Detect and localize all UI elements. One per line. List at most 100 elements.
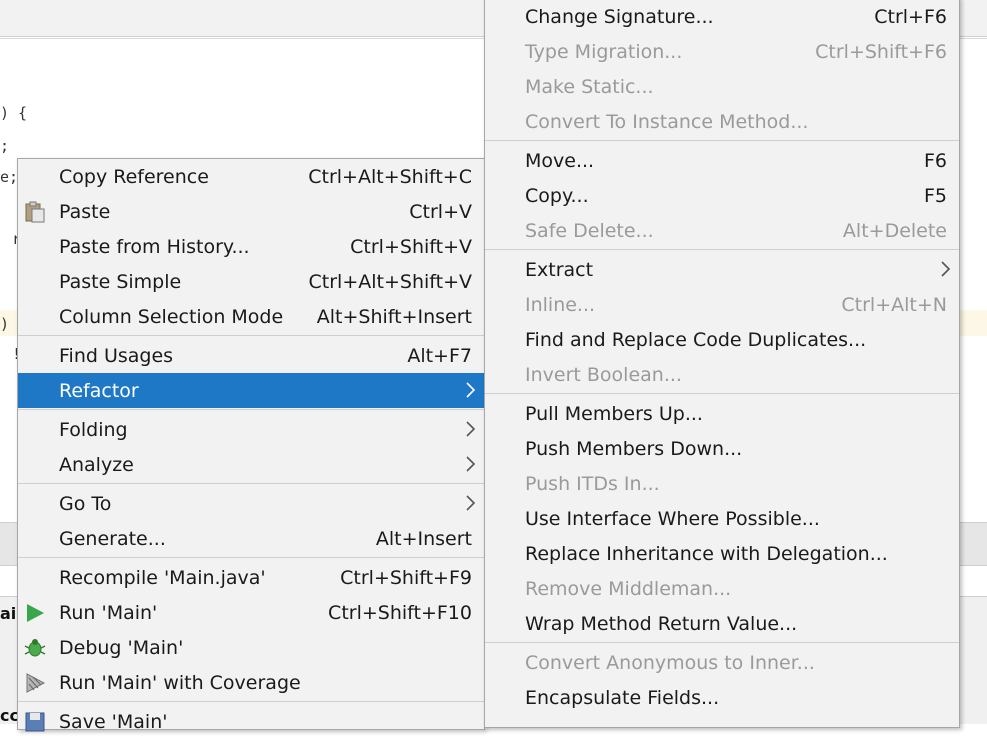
menu-item-shortcut: Ctrl+Shift+F9 <box>340 566 472 589</box>
menu-item-label: Extract <box>525 258 594 281</box>
menu-item-label: Debug 'Main' <box>59 636 184 659</box>
menu-item-save-main[interactable]: Save 'Main' <box>18 704 484 739</box>
menu-item-label: Paste Simple <box>59 270 182 293</box>
menu-item-generate[interactable]: Generate... Alt+Insert <box>18 521 484 556</box>
menu-item-refactor[interactable]: Refactor <box>18 373 484 408</box>
menu-item-extract[interactable]: Extract <box>485 252 959 287</box>
code-fragment: ) <box>0 315 10 333</box>
menu-item-pull-members-up[interactable]: Pull Members Up... <box>485 396 959 431</box>
menu-item-label: Folding <box>59 418 128 441</box>
chevron-right-icon <box>464 380 478 400</box>
menu-item-label: Find and Replace Code Duplicates... <box>525 328 867 351</box>
menu-item-inline[interactable]: Inline... Ctrl+Alt+N <box>485 287 959 322</box>
menu-item-label: Push ITDs In... <box>525 472 660 495</box>
menu-item-label: Save 'Main' <box>59 710 168 733</box>
menu-item-invert-boolean[interactable]: Invert Boolean... <box>485 357 959 392</box>
menu-item-label: Invert Boolean... <box>525 363 682 386</box>
menu-item-debug-main[interactable]: Debug 'Main' <box>18 630 484 665</box>
menu-item-label: Copy Reference <box>59 165 209 188</box>
editor-context-menu: Copy Reference Ctrl+Alt+Shift+C Paste Ct… <box>17 158 485 733</box>
menu-item-convert-anonymous-to-inner[interactable]: Convert Anonymous to Inner... <box>485 645 959 680</box>
menu-item-type-migration[interactable]: Type Migration... Ctrl+Shift+F6 <box>485 34 959 69</box>
menu-item-shortcut: Alt+F7 <box>407 344 472 367</box>
debug-icon <box>24 637 46 659</box>
menu-item-change-signature[interactable]: Change Signature... Ctrl+F6 <box>485 0 959 34</box>
menu-item-shortcut: Ctrl+Alt+Shift+V <box>308 270 472 293</box>
chevron-right-icon <box>464 493 478 513</box>
menu-item-copy[interactable]: Copy... F5 <box>485 178 959 213</box>
menu-item-push-members-down[interactable]: Push Members Down... <box>485 431 959 466</box>
menu-item-label: Paste from History... <box>59 235 250 258</box>
menu-item-label: Push Members Down... <box>525 437 743 460</box>
menu-item-shortcut: Ctrl+Alt+Shift+C <box>308 165 472 188</box>
menu-item-analyze[interactable]: Analyze <box>18 447 484 482</box>
code-fragment: ; <box>0 137 10 155</box>
run-icon <box>24 602 46 624</box>
menu-item-label: Column Selection Mode <box>59 305 284 328</box>
menu-item-shortcut: F5 <box>923 184 947 207</box>
menu-item-shortcut: Ctrl+Shift+F10 <box>328 601 472 624</box>
menu-item-column-selection-mode[interactable]: Column Selection Mode Alt+Shift+Insert <box>18 299 484 334</box>
save-icon <box>24 711 46 733</box>
menu-item-label: Replace Inheritance with Delegation... <box>525 542 888 565</box>
menu-item-paste-simple[interactable]: Paste Simple Ctrl+Alt+Shift+V <box>18 264 484 299</box>
coverage-icon <box>24 672 46 694</box>
menu-item-label: Copy... <box>525 184 589 207</box>
refactor-submenu: Change Signature... Ctrl+F6 Type Migrati… <box>484 0 960 728</box>
menu-item-label: Encapsulate Fields... <box>525 686 720 709</box>
menu-item-shortcut: Ctrl+Shift+F6 <box>815 40 947 63</box>
menu-item-label: Change Signature... <box>525 5 714 28</box>
menu-item-shortcut: Alt+Shift+Insert <box>316 305 472 328</box>
menu-item-label: Generate... <box>59 527 166 550</box>
menu-item-go-to[interactable]: Go To <box>18 486 484 521</box>
menu-item-label: Run 'Main' <box>59 601 158 624</box>
menu-item-convert-to-instance-method[interactable]: Convert To Instance Method... <box>485 104 959 139</box>
menu-item-recompile[interactable]: Recompile 'Main.java' Ctrl+Shift+F9 <box>18 560 484 595</box>
menu-item-shortcut: Alt+Delete <box>842 219 947 242</box>
menu-item-copy-reference[interactable]: Copy Reference Ctrl+Alt+Shift+C <box>18 159 484 194</box>
menu-item-label: Paste <box>59 200 111 223</box>
menu-item-push-itds-in[interactable]: Push ITDs In... <box>485 466 959 501</box>
menu-item-shortcut: Alt+Insert <box>375 527 472 550</box>
menu-item-label: Pull Members Up... <box>525 402 703 425</box>
menu-item-use-interface-where-possible[interactable]: Use Interface Where Possible... <box>485 501 959 536</box>
menu-item-label: Use Interface Where Possible... <box>525 507 820 530</box>
menu-item-shortcut: Ctrl+F6 <box>874 5 947 28</box>
menu-item-label: Make Static... <box>525 75 654 98</box>
menu-item-label: Wrap Method Return Value... <box>525 612 798 635</box>
menu-item-label: Go To <box>59 492 112 515</box>
menu-item-shortcut: F6 <box>923 149 947 172</box>
menu-item-move[interactable]: Move... F6 <box>485 143 959 178</box>
menu-item-label: Convert To Instance Method... <box>525 110 809 133</box>
tool-window-label: ai <box>0 604 17 623</box>
menu-item-folding[interactable]: Folding <box>18 412 484 447</box>
menu-item-label: Move... <box>525 149 595 172</box>
clipboard-icon <box>24 201 46 223</box>
menu-item-shortcut: Ctrl+V <box>409 200 472 223</box>
menu-item-remove-middleman[interactable]: Remove Middleman... <box>485 571 959 606</box>
menu-item-label: Find Usages <box>59 344 174 367</box>
menu-item-label: Remove Middleman... <box>525 577 732 600</box>
menu-item-shortcut: Ctrl+Alt+N <box>841 293 947 316</box>
menu-item-run-main[interactable]: Run 'Main' Ctrl+Shift+F10 <box>18 595 484 630</box>
menu-item-encapsulate-fields[interactable]: Encapsulate Fields... <box>485 680 959 715</box>
menu-item-paste-from-history[interactable]: Paste from History... Ctrl+Shift+V <box>18 229 484 264</box>
menu-item-shortcut: Ctrl+Shift+V <box>350 235 472 258</box>
menu-item-label: Safe Delete... <box>525 219 654 242</box>
menu-item-paste[interactable]: Paste Ctrl+V <box>18 194 484 229</box>
menu-item-label: Type Migration... <box>525 40 683 63</box>
menu-item-replace-inheritance-with-delegation[interactable]: Replace Inheritance with Delegation... <box>485 536 959 571</box>
code-fragment: ) { <box>0 104 28 122</box>
menu-item-label: Run 'Main' with Coverage <box>59 671 301 694</box>
menu-item-make-static[interactable]: Make Static... <box>485 69 959 104</box>
menu-item-label: Refactor <box>59 379 139 402</box>
chevron-right-icon <box>464 454 478 474</box>
menu-item-find-replace-duplicates[interactable]: Find and Replace Code Duplicates... <box>485 322 959 357</box>
menu-item-label: Convert Anonymous to Inner... <box>525 651 815 674</box>
menu-item-find-usages[interactable]: Find Usages Alt+F7 <box>18 338 484 373</box>
menu-item-run-with-coverage[interactable]: Run 'Main' with Coverage <box>18 665 484 700</box>
menu-item-label: Recompile 'Main.java' <box>59 566 266 589</box>
menu-item-safe-delete[interactable]: Safe Delete... Alt+Delete <box>485 213 959 248</box>
chevron-right-icon <box>939 259 953 279</box>
menu-item-wrap-method-return-value[interactable]: Wrap Method Return Value... <box>485 606 959 641</box>
